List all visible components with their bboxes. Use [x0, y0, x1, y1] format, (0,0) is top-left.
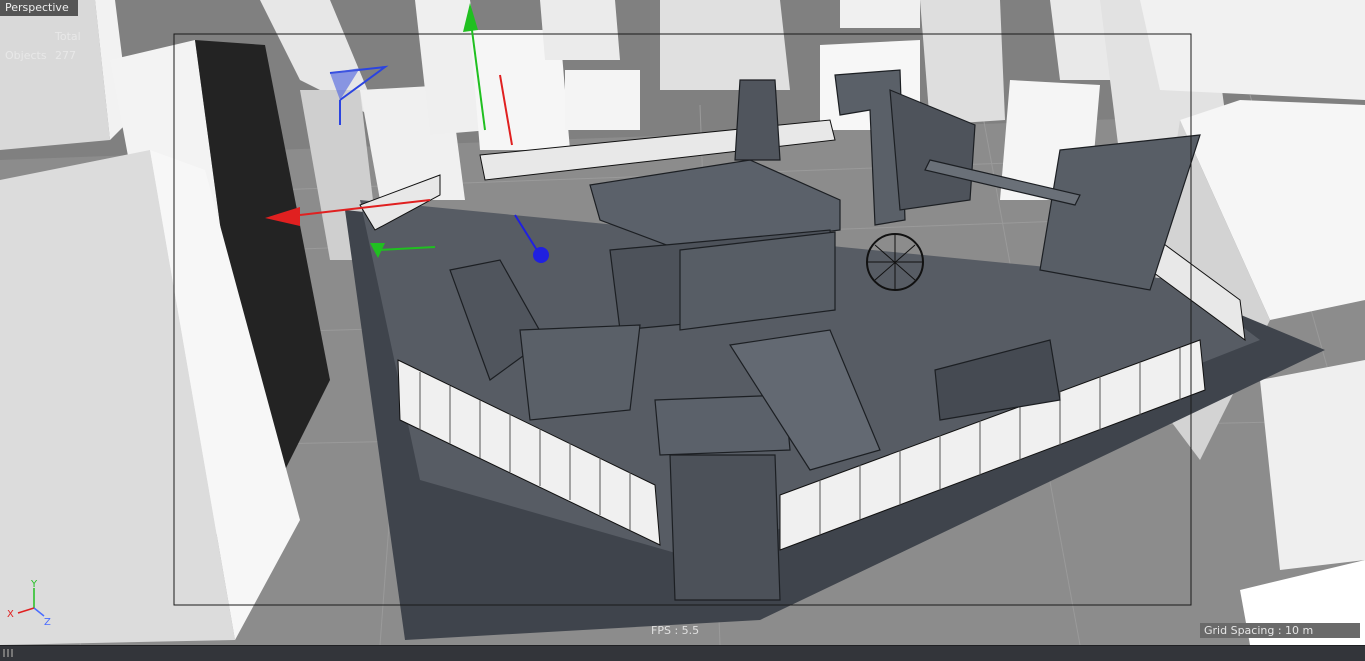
- hud-total-label: Total: [55, 30, 81, 43]
- axis-z-label: Z: [44, 617, 51, 628]
- hud-objects-value: 277: [55, 49, 76, 62]
- perspective-viewport[interactable]: Perspective Total Objects 277 Y X Z FPS …: [0, 0, 1365, 645]
- axis-x-label: X: [7, 609, 14, 620]
- grip-icon[interactable]: [3, 649, 15, 657]
- 3d-scene[interactable]: [0, 0, 1365, 645]
- axis-gizmo-icon: Y X Z: [7, 579, 51, 628]
- grid-spacing-readout: Grid Spacing : 10 m: [1200, 623, 1360, 638]
- fps-readout: FPS : 5.5: [651, 624, 700, 637]
- viewport-title[interactable]: Perspective: [0, 0, 78, 16]
- status-bar: [0, 645, 1365, 661]
- hud-objects-label: Objects: [5, 49, 47, 62]
- axis-y-label: Y: [30, 579, 38, 590]
